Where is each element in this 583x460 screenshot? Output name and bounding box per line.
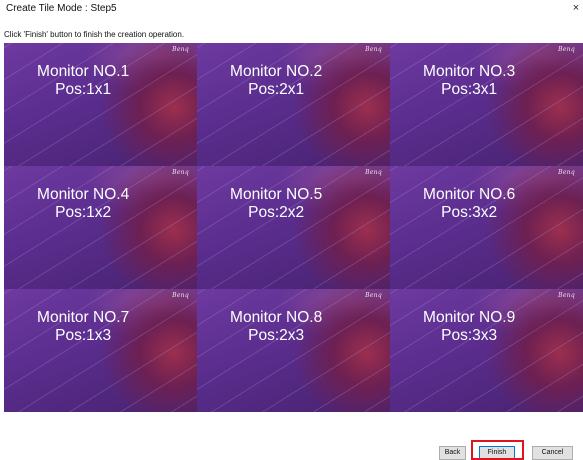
brand-logo: Benq [365,46,382,53]
monitor-tile-7: Benq Monitor NO.7 Pos:1x3 [4,289,197,412]
monitor-tile-6: Benq Monitor NO.6 Pos:3x2 [390,166,583,289]
tile-label: Monitor NO.3 Pos:3x1 [390,63,548,99]
brand-logo: Benq [172,169,189,176]
monitor-position: Pos:2x3 [248,327,305,344]
monitor-number: Monitor NO.3 [423,63,516,80]
tile-label: Monitor NO.8 Pos:2x3 [197,309,355,345]
monitor-tile-5: Benq Monitor NO.5 Pos:2x2 [197,166,390,289]
monitor-position: Pos:2x2 [248,204,305,221]
tile-label: Monitor NO.4 Pos:1x2 [4,186,162,222]
monitor-tile-4: Benq Monitor NO.4 Pos:1x2 [4,166,197,289]
monitor-tile-3: Benq Monitor NO.3 Pos:3x1 [390,43,583,166]
tile-grid: Benq Monitor NO.1 Pos:1x1 Benq Monitor N… [4,43,583,412]
monitor-number: Monitor NO.2 [230,63,323,80]
monitor-tile-2: Benq Monitor NO.2 Pos:2x1 [197,43,390,166]
title-bar: Create Tile Mode : Step5 × [0,0,583,18]
tile-label: Monitor NO.9 Pos:3x3 [390,309,548,345]
monitor-number: Monitor NO.4 [37,186,130,203]
monitor-number: Monitor NO.8 [230,309,323,326]
tile-label: Monitor NO.2 Pos:2x1 [197,63,355,99]
tile-label: Monitor NO.1 Pos:1x1 [4,63,162,99]
monitor-position: Pos:3x2 [441,204,498,221]
tile-label: Monitor NO.5 Pos:2x2 [197,186,355,222]
finish-button[interactable]: Finish [479,446,515,460]
monitor-position: Pos:1x2 [55,204,112,221]
monitor-position: Pos:1x1 [55,81,112,98]
brand-logo: Benq [558,292,575,299]
button-bar: Back Finish Cancel [0,446,583,460]
instruction-text: Click 'Finish' button to finish the crea… [4,30,185,39]
brand-logo: Benq [365,292,382,299]
brand-logo: Benq [558,46,575,53]
monitor-tile-8: Benq Monitor NO.8 Pos:2x3 [197,289,390,412]
monitor-position: Pos:2x1 [248,81,305,98]
monitor-tile-9: Benq Monitor NO.9 Pos:3x3 [390,289,583,412]
brand-logo: Benq [558,169,575,176]
back-button[interactable]: Back [439,446,466,460]
close-button[interactable]: × [569,0,583,16]
monitor-position: Pos:1x3 [55,327,112,344]
monitor-number: Monitor NO.9 [423,309,516,326]
brand-logo: Benq [365,169,382,176]
brand-logo: Benq [172,46,189,53]
monitor-position: Pos:3x1 [441,81,498,98]
brand-logo: Benq [172,292,189,299]
monitor-tile-1: Benq Monitor NO.1 Pos:1x1 [4,43,197,166]
tile-label: Monitor NO.7 Pos:1x3 [4,309,162,345]
monitor-number: Monitor NO.1 [37,63,130,80]
tile-label: Monitor NO.6 Pos:3x2 [390,186,548,222]
monitor-position: Pos:3x3 [441,327,498,344]
monitor-number: Monitor NO.7 [37,309,130,326]
cancel-button[interactable]: Cancel [532,446,573,460]
monitor-number: Monitor NO.6 [423,186,516,203]
monitor-number: Monitor NO.5 [230,186,323,203]
window-title: Create Tile Mode : Step5 [6,3,117,14]
